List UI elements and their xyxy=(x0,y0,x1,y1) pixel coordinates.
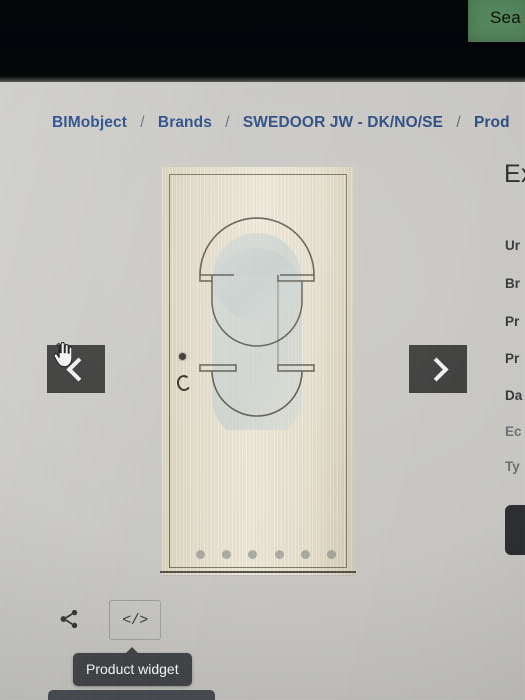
embed-code-icon: </> xyxy=(122,611,148,629)
share-icon[interactable] xyxy=(58,608,80,630)
product-title: Ex xyxy=(504,160,525,188)
carousel-pagination-dots[interactable] xyxy=(196,550,336,559)
spec-row-label: Da xyxy=(505,388,523,403)
product-widget-embed-button[interactable]: </> xyxy=(109,600,161,640)
door-glass-pattern-icon xyxy=(188,215,326,430)
spec-row-label: Br xyxy=(505,276,521,291)
breadcrumb: BIMobject / Brands / SWEDOOR JW - DK/NO/… xyxy=(52,114,510,132)
breadcrumb-separator: / xyxy=(456,114,461,131)
carousel-dot[interactable] xyxy=(222,550,232,559)
page-content: BIMobject / Brands / SWEDOOR JW - DK/NO/… xyxy=(0,82,525,700)
carousel-dot[interactable] xyxy=(196,550,205,559)
carousel-prev-button[interactable] xyxy=(47,345,105,393)
breadcrumb-separator: / xyxy=(225,114,230,131)
breadcrumb-item-bimobject[interactable]: BIMobject xyxy=(52,114,127,131)
spec-row-label: Ec xyxy=(505,424,522,439)
carousel-next-button[interactable] xyxy=(409,345,467,393)
chevron-right-icon xyxy=(423,356,449,382)
carousel-dot[interactable] xyxy=(274,550,284,559)
carousel-dot[interactable] xyxy=(326,550,336,559)
browser-dark-topbar: Sea xyxy=(0,0,525,82)
spec-row-label: Ty xyxy=(505,459,520,474)
product-info-panel: Ex Ur Br Pr Pr Da Ec Ty xyxy=(490,82,525,700)
panel-primary-button[interactable] xyxy=(505,505,525,555)
door-lock-icon xyxy=(179,353,186,360)
carousel-dot[interactable] xyxy=(248,550,258,559)
carousel-dot[interactable] xyxy=(300,550,310,559)
breadcrumb-separator: / xyxy=(140,114,145,131)
spec-row-label: Pr xyxy=(505,314,520,329)
product-image-stage: </> Product widget xyxy=(0,82,490,700)
secondary-tooltip-partial xyxy=(48,690,215,700)
spec-row-label: Ur xyxy=(505,238,521,253)
tooltip-label: Product widget xyxy=(86,661,179,677)
monitor-screen-photo: Sea BIMobject / Brands / SWEDOOR JW - DK… xyxy=(0,0,525,700)
chevron-left-icon xyxy=(65,356,91,382)
spec-row-label: Pr xyxy=(505,351,520,366)
breadcrumb-item-brands[interactable]: Brands xyxy=(158,114,212,131)
search-button[interactable]: Sea xyxy=(468,0,525,42)
product-image-door[interactable] xyxy=(162,167,354,575)
breadcrumb-item-swedoor[interactable]: SWEDOOR JW - DK/NO/SE xyxy=(243,114,443,131)
product-widget-tooltip: Product widget xyxy=(73,647,192,686)
search-button-label: Sea xyxy=(490,8,521,27)
image-baseline-divider xyxy=(160,571,356,573)
